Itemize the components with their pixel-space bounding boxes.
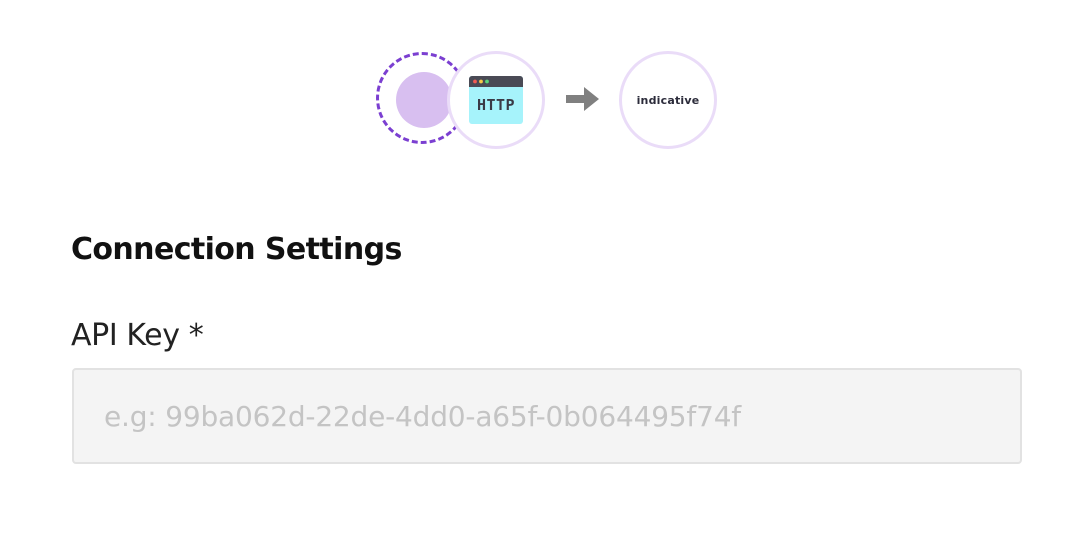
section-title: Connection Settings: [71, 232, 402, 267]
connection-settings-page: HTTP indicative Connection Settings API …: [0, 0, 1086, 560]
integration-flow: HTTP indicative: [0, 0, 1086, 200]
indicative-logo: indicative: [636, 93, 700, 107]
http-source-node: HTTP: [447, 51, 545, 149]
api-key-label: API Key *: [71, 318, 204, 353]
indicative-destination-node: indicative: [619, 51, 717, 149]
http-browser-window-icon: HTTP: [469, 76, 523, 124]
source-placeholder-icon: [396, 72, 452, 128]
http-label: HTTP: [477, 96, 515, 114]
arrow-right-icon: [566, 87, 599, 111]
api-key-input[interactable]: [72, 368, 1022, 464]
